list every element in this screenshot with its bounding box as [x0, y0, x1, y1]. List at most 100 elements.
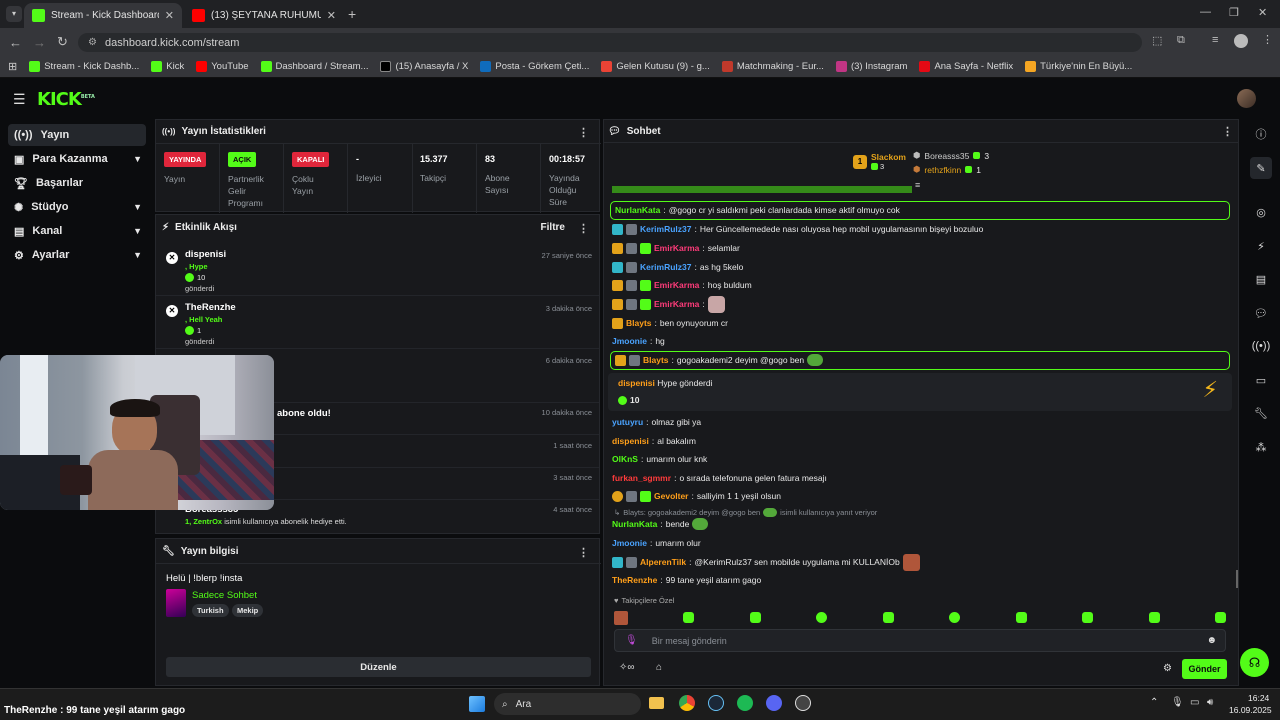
kick-logo[interactable]: KICKBETA [37, 89, 95, 110]
chat-message[interactable]: KerimRulz37: Her Güncellemedede nası olu… [612, 222, 983, 236]
chat-message[interactable]: NurlanKata: bende [612, 517, 709, 531]
taskbar-search[interactable]: ⌕ Ara [494, 693, 641, 715]
points-icon[interactable]: ✧∞ [619, 662, 635, 673]
hamburger-menu-icon[interactable]: ☰ [13, 91, 26, 108]
display-icon[interactable]: ▭ [1190, 697, 1199, 708]
sidebar-item-ayarlar[interactable]: ⚙ Ayarlar ▼ [8, 244, 146, 266]
users-icon[interactable]: ⁂ [1250, 436, 1272, 458]
chat-message[interactable]: Gevolter: salliyim 1 1 yeşil olsun [612, 489, 781, 503]
chat-icon[interactable]: 💬︎ [1250, 302, 1272, 324]
clock-date[interactable]: 16.09.2025 [1229, 705, 1272, 715]
edit-icon[interactable]: ✎ [1250, 157, 1272, 179]
chat-message[interactable]: furkan_sgmmr: o sırada telefonuna gelen … [612, 471, 827, 485]
bookmark-item[interactable]: Ana Sayfa - Netflix [919, 61, 1013, 72]
reload-icon[interactable]: ↻ [57, 34, 68, 50]
sidebar-item-yayin[interactable]: ((•)) Yayın [8, 124, 146, 146]
bookmark-item[interactable]: Gelen Kutusu (9) - g... [601, 61, 710, 72]
tab-youtube[interactable]: (13) ŞEYTANA RUHUMUZU SAT ✕ [184, 3, 344, 28]
tab-search-button[interactable]: ▾ [6, 6, 22, 22]
chat-message[interactable]: Blayts: gogoakademi2 deyim @gogo ben [615, 353, 824, 367]
emote-icon[interactable] [1015, 612, 1027, 623]
info-icon[interactable]: ⓘ [1250, 123, 1272, 145]
bookmark-item[interactable]: YouTube [196, 61, 249, 72]
category-thumbnail[interactable] [166, 589, 186, 617]
sidebar-item-basarilar[interactable]: 🏆︎ Başarılar [8, 172, 146, 194]
new-tab-button[interactable]: + [348, 6, 356, 22]
close-tab-icon[interactable]: ✕ [165, 9, 174, 22]
back-icon[interactable]: ← [9, 35, 22, 50]
maximize-button[interactable]: ❐ [1229, 6, 1239, 19]
discord-icon[interactable] [766, 695, 782, 711]
tag[interactable]: Mekip [232, 604, 264, 617]
spotify-icon[interactable] [737, 695, 753, 711]
sidebar-item-kanal[interactable]: ▤ Kanal ▼ [8, 220, 146, 242]
chat-message[interactable]: EmirKarma: [612, 295, 725, 313]
stats-menu-icon[interactable]: ⋮ [578, 126, 589, 139]
emote-icon[interactable] [949, 612, 961, 623]
microphone-tray-icon[interactable]: 🎙︎ [1171, 697, 1184, 708]
emote-icon[interactable] [882, 612, 894, 623]
support-chat-button[interactable]: ☊ [1240, 648, 1269, 677]
menu-icon[interactable]: ⋮ [1262, 33, 1273, 46]
broadcast-icon[interactable]: ((•)) [1250, 335, 1272, 357]
bookmark-item[interactable]: Kick [151, 61, 184, 72]
chat-message[interactable]: NurlanKata: @gogo cr yi saldıkmi peki cl… [615, 203, 900, 217]
wrench-icon[interactable]: 🔧︎ [1250, 402, 1272, 424]
windows-start-icon[interactable] [469, 696, 485, 712]
apps-icon[interactable]: ⊞ [8, 60, 17, 73]
chat-message[interactable]: dispenisi: al bakalım [612, 434, 696, 448]
document-icon[interactable]: ▤ [1250, 268, 1272, 290]
extension-icon[interactable]: ⬚ [1152, 34, 1162, 47]
chat-menu-icon[interactable]: ⋮ [1222, 125, 1233, 138]
filter-button[interactable]: Filtre [541, 222, 565, 233]
minimize-button[interactable]: — [1200, 6, 1211, 18]
bookmark-item[interactable]: Matchmaking - Eur... [721, 61, 824, 72]
emote-icon[interactable] [614, 610, 628, 625]
steam-icon[interactable] [708, 695, 724, 711]
camera-icon[interactable]: ◎ [1250, 201, 1272, 223]
activity-menu-icon[interactable]: ⋮ [578, 222, 589, 235]
sidebar-item-para-kazanma[interactable]: ▣ Para Kazanma ▼ [8, 148, 146, 170]
clock-time[interactable]: 16:24 [1248, 693, 1269, 703]
puzzle-icon[interactable]: ⧉ [1177, 34, 1185, 47]
chat-message[interactable]: Blayts: ben oynuyorum cr [612, 316, 728, 330]
chat-message[interactable]: Jmoonie: umarım olur [612, 536, 701, 550]
user-avatar[interactable] [1237, 89, 1256, 108]
profile-avatar[interactable] [1234, 34, 1248, 48]
site-info-icon[interactable]: ⚙ [88, 37, 97, 48]
chat-message[interactable]: EmirKarma: hoş buldum [612, 278, 752, 292]
emoji-icon[interactable]: ☻ [1206, 635, 1217, 646]
message-input[interactable]: 🎙︎ Bir mesaj gönderin ☻ [614, 629, 1226, 652]
chrome-icon[interactable] [679, 695, 695, 711]
chat-message[interactable]: AlperenTilk: @KerimRulz37 sen mobilde uy… [612, 553, 920, 571]
tag[interactable]: Turkish [192, 604, 229, 617]
explorer-icon[interactable] [649, 697, 664, 709]
volume-icon[interactable]: 🔊︎ [1207, 697, 1213, 708]
tray-chevron-icon[interactable]: ⌃ [1150, 697, 1158, 708]
chat-message[interactable]: OlKnS: umarım olur knk [612, 452, 707, 466]
store-icon[interactable]: ⌂ [656, 662, 662, 673]
layout-icon[interactable]: ▭ [1250, 369, 1272, 391]
chat-message[interactable]: yutuyru: olmaz gibi ya [612, 415, 701, 429]
close-window-button[interactable]: ✕ [1258, 6, 1267, 19]
emote-icon[interactable] [683, 612, 695, 623]
forward-icon[interactable]: → [33, 35, 46, 50]
chat-message[interactable]: Jmoonie: hg [612, 334, 665, 348]
bookmark-item[interactable]: Türkiye'nin En Büyü... [1025, 61, 1132, 72]
bookmark-item[interactable]: (3) Instagram [835, 61, 907, 72]
reading-list-icon[interactable]: ≡ [1212, 34, 1218, 46]
microphone-icon[interactable]: 🎙︎ [625, 635, 638, 646]
app-icon[interactable] [795, 695, 811, 711]
emote-icon[interactable] [749, 612, 761, 623]
edit-button[interactable]: Düzenle [166, 657, 591, 677]
emote-icon[interactable] [816, 612, 828, 623]
chat-settings-icon[interactable]: ⚙ [1163, 663, 1172, 674]
url-field[interactable]: ⚙ dashboard.kick.com/stream [78, 33, 1142, 52]
category-link[interactable]: Sadece Sohbet [192, 590, 257, 601]
emote-icon[interactable] [1148, 612, 1160, 623]
emote-icon[interactable] [1082, 612, 1094, 623]
bookmark-item[interactable]: (15) Anasayfa / X [380, 61, 468, 72]
chat-message[interactable]: KerimRulz37: as hg 5kelo [612, 260, 743, 274]
chat-message[interactable]: TheRenzhe: 99 tane yeşil atarım gago [612, 573, 761, 587]
close-tab-icon[interactable]: ✕ [327, 9, 336, 22]
